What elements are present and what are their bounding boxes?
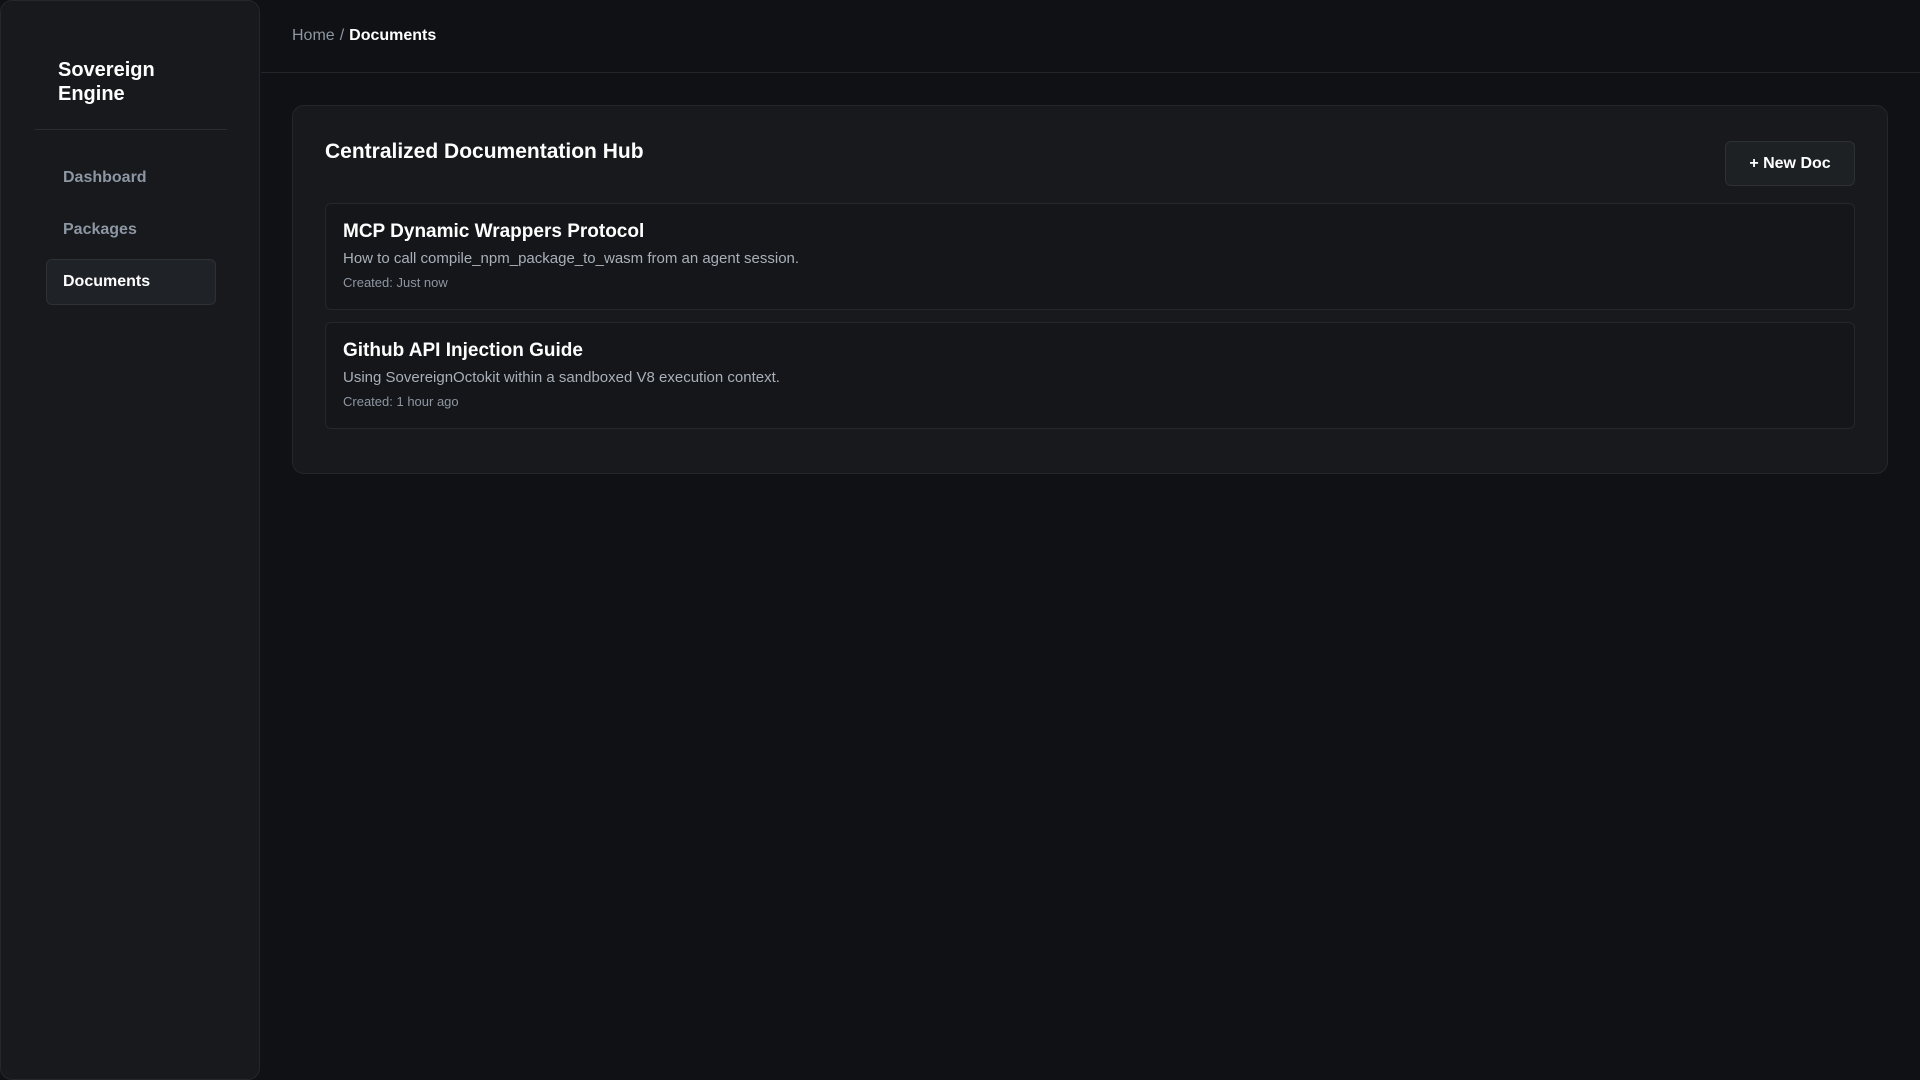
- sidebar-divider: [35, 129, 227, 130]
- document-list: MCP Dynamic Wrappers Protocol How to cal…: [325, 203, 1855, 441]
- top-bar: Home / Documents: [261, 0, 1920, 73]
- documentation-panel: Centralized Documentation Hub + New Doc …: [292, 105, 1888, 474]
- document-created: Created: 1 hour ago: [343, 394, 459, 409]
- breadcrumb-home-link[interactable]: Home: [292, 27, 335, 44]
- document-description: Using SovereignOctokit within a sandboxe…: [343, 369, 780, 386]
- document-card[interactable]: MCP Dynamic Wrappers Protocol How to cal…: [325, 203, 1855, 310]
- sidebar-nav: Dashboard Packages Documents: [46, 155, 216, 311]
- document-description: How to call compile_npm_package_to_wasm …: [343, 250, 800, 267]
- sidebar: Sovereign Engine Dashboard Packages Docu…: [0, 0, 260, 1080]
- document-title: Github API Injection Guide: [343, 340, 583, 361]
- document-title: MCP Dynamic Wrappers Protocol: [343, 221, 645, 242]
- new-doc-button[interactable]: + New Doc: [1725, 141, 1855, 186]
- page-title: Centralized Documentation Hub: [325, 140, 644, 163]
- brand-name: Sovereign Engine: [58, 59, 155, 105]
- document-created: Created: Just now: [343, 275, 448, 290]
- breadcrumb-separator: /: [339, 27, 345, 44]
- sidebar-item-documents[interactable]: Documents: [46, 259, 216, 305]
- sidebar-item-packages[interactable]: Packages: [46, 207, 216, 253]
- sidebar-item-dashboard[interactable]: Dashboard: [46, 155, 216, 201]
- breadcrumb-current: Documents: [349, 27, 437, 44]
- app-root: Sovereign Engine Dashboard Packages Docu…: [0, 0, 1920, 1080]
- document-card[interactable]: Github API Injection Guide Using Soverei…: [325, 322, 1855, 429]
- breadcrumb: Home / Documents: [292, 27, 436, 45]
